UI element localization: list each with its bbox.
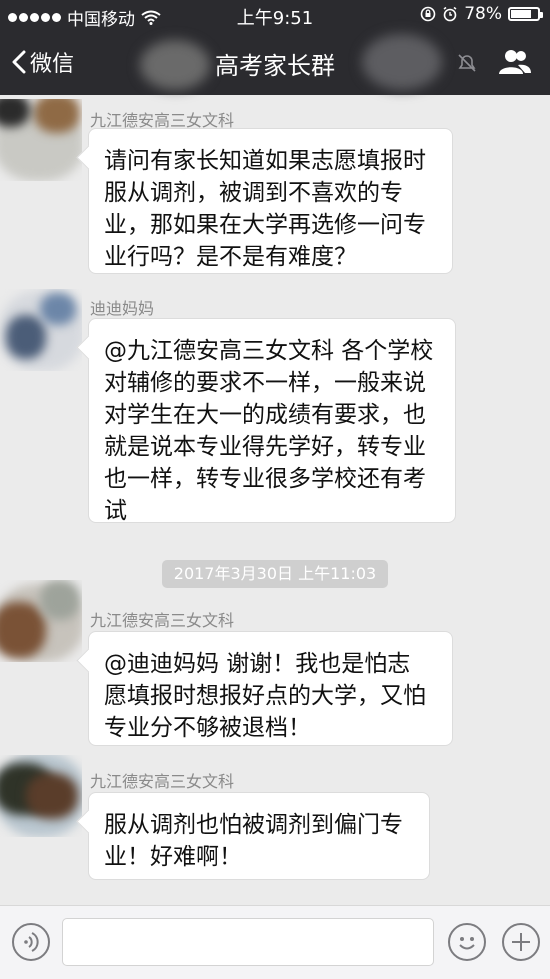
message-line: 也一样，转专业很多学校还有考 [104,466,426,492]
message-line: 愿填报时想报好点的大学，又怕 [104,683,426,709]
voice-button[interactable] [12,923,50,961]
message-line: 业，那如果在大学再选修一问专 [104,212,426,238]
message-line: 服从调剂，被调到不喜欢的专 [104,180,403,206]
avatar[interactable] [0,755,82,837]
sender-name: 九江德安高三女文科 [90,611,235,630]
message-line: 试 [104,498,127,524]
emoji-icon [459,937,475,950]
message-input[interactable] [62,918,434,966]
emoji-button[interactable] [448,923,486,961]
battery-icon [508,7,543,21]
plus-icon [512,933,530,951]
mute-icon [458,54,476,72]
avatar[interactable] [0,289,82,371]
status-bar: 中国移动 上午9:51 78% [0,0,550,32]
message-line: 对辅修的要求不一样，一般来说 [104,370,426,396]
voice-icon [24,932,39,952]
members-icon [499,50,531,74]
timestamp-divider: 2017年3月30日 上午11:03 [162,560,388,588]
redacted-region [362,34,442,90]
message-bubble[interactable]: @迪迪妈妈 谢谢！我也是怕志 愿填报时想报好点的大学，又怕 专业分不够被退档！ [88,631,453,746]
message-line: 服从调剂也怕被调剂到偏门专 [104,812,403,838]
battery-level [511,10,532,18]
avatar[interactable] [0,580,82,662]
input-bar [0,905,550,979]
sender-name: 迪迪妈妈 [90,299,155,318]
battery-percent: 78% [464,4,502,24]
redacted-region [140,40,210,90]
avatar[interactable] [0,99,82,181]
message-line: 专业分不够被退档！ [104,715,311,741]
status-right: 78% [420,4,543,24]
chat-area[interactable]: 九江德安高三女文科 请问有家长知道如果志愿填报时 服从调剂，被调到不喜欢的专 业… [0,95,550,905]
sender-name: 九江德安高三女文科 [90,772,235,791]
message-bubble[interactable]: @九江德安高三女文科 各个学校 对辅修的要求不一样，一般来说 对学生在大一的成绩… [88,318,456,524]
message-line: @迪迪妈妈 谢谢！我也是怕志 [104,651,411,677]
message-line: 请问有家长知道如果志愿填报时 [104,148,426,174]
nav-bar: 微信 高考家长群 [0,32,550,95]
message-line: @九江德安高三女文科 各个学校 [104,338,434,364]
add-button[interactable] [502,923,540,961]
message-bubble[interactable]: 请问有家长知道如果志愿填报时 服从调剂，被调到不喜欢的专 业，那如果在大学再选修… [88,128,453,274]
message-line: 对学生在大一的成绩有要求，也 [104,402,426,428]
message-line: 业行吗？是不是有难度？ [104,244,357,270]
top-bar: 中国移动 上午9:51 78% 微信 高考家长群 [0,0,550,95]
members-button[interactable] [498,48,532,80]
rotation-lock-icon [420,6,436,22]
message-bubble[interactable]: 服从调剂也怕被调剂到偏门专 业！好难啊！ [88,792,430,880]
message-line: 就是说本专业得先学好，转专业 [104,434,426,460]
message-line: 业！好难啊！ [104,844,242,870]
alarm-icon [443,6,457,22]
